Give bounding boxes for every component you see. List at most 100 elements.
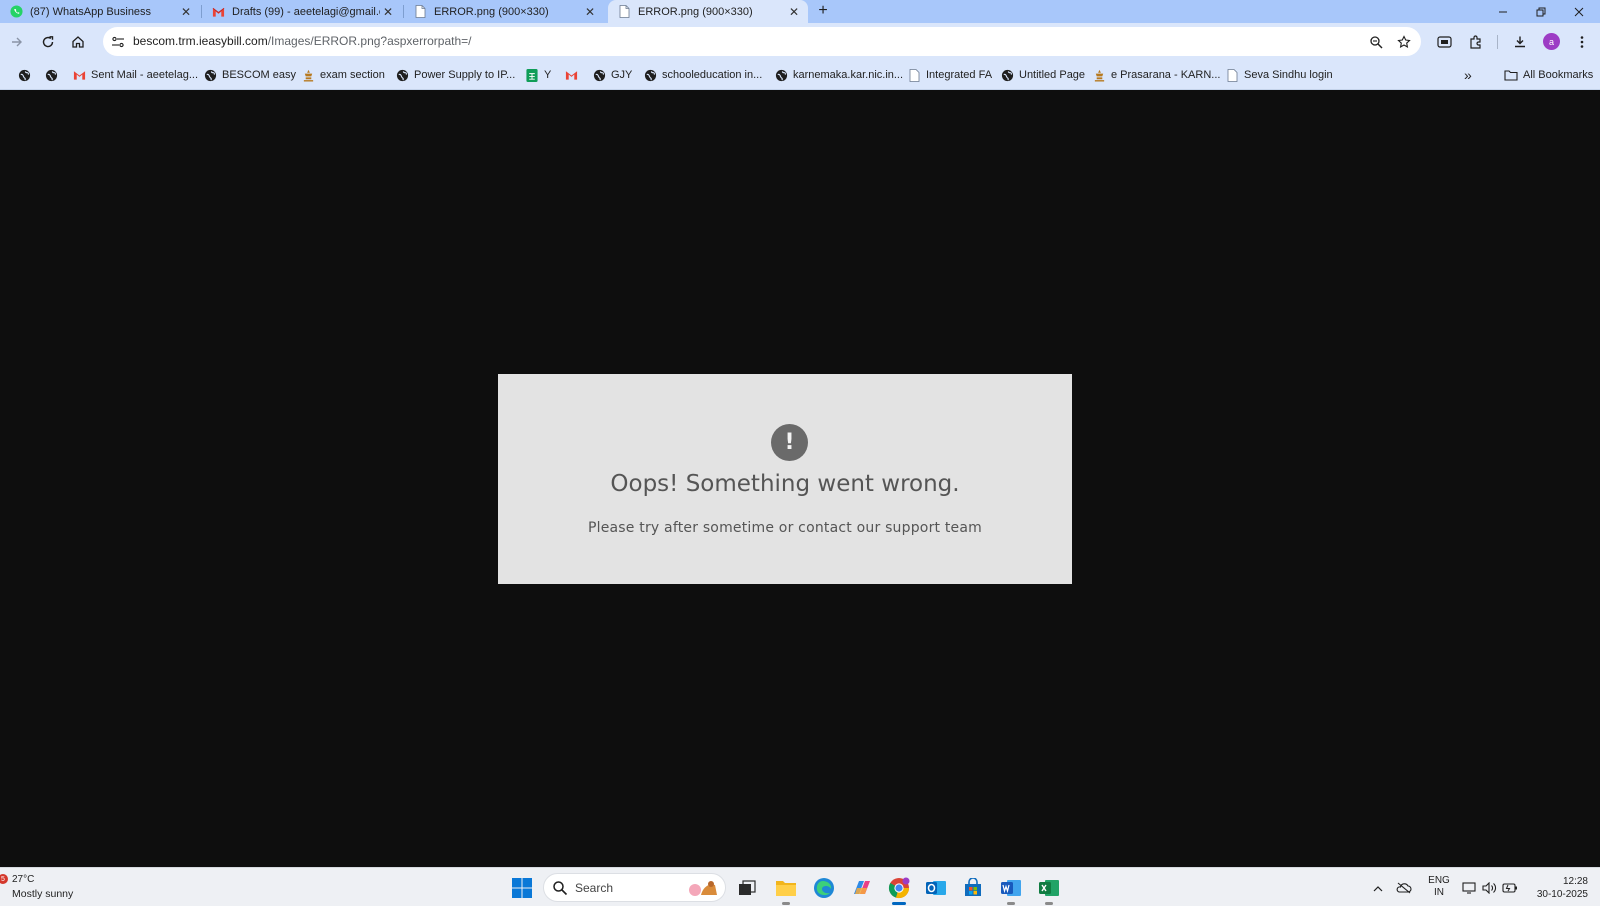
close-icon[interactable]: ✕ [178,4,194,20]
bookmark-untitled-page[interactable]: Untitled Page [1000,66,1085,84]
weather-condition: Mostly sunny [12,888,74,900]
region-code: IN [1434,887,1444,898]
chevron-up-icon[interactable] [1370,878,1386,898]
bookmark-label: Seva Sindhu login [1244,69,1333,81]
profile-avatar[interactable]: a [1543,33,1560,50]
taskbar-search-box[interactable]: Search [543,873,726,902]
clock-time: 12:28 [1562,876,1588,887]
new-tab-button[interactable]: + [812,1,834,21]
bookmark-label: BESCOM easy [222,69,296,81]
word-icon[interactable] [997,874,1025,905]
file-explorer-icon[interactable] [772,874,800,905]
bookmark-e-prasarana[interactable]: e Prasarana - KARN... [1092,66,1220,84]
url-path: /Images/ERROR.png?aspxerrorpath=/ [267,34,472,48]
address-url: bescom.trm.ieasybill.com/Images/ERROR.pn… [133,34,471,48]
bookmark-power-supply[interactable]: Power Supply to IP... [395,66,515,84]
all-bookmarks-button[interactable]: All Bookmarks [1504,66,1593,84]
close-icon[interactable]: ✕ [380,4,396,20]
input-language[interactable]: ENG IN [1424,875,1454,899]
bookmark-y[interactable]: Y [525,66,551,84]
excel-icon[interactable] [1035,874,1063,905]
tab-strip: (87) WhatsApp Business ✕ Drafts (99) - a… [0,0,1600,23]
bookmark-label: Untitled Page [1019,69,1086,81]
gmail-icon [211,5,225,19]
bookmark-seva-sindhu[interactable]: Seva Sindhu login [1225,66,1333,84]
search-highlight-icon [689,881,717,896]
bookmark-bescom-easy[interactable]: BESCOM easy [203,66,296,84]
toolbar-divider [1497,35,1498,49]
tab-error-png-active[interactable]: ERROR.png (900×330) ✕ [608,0,808,23]
image-file-icon [617,5,631,19]
network-icon[interactable] [1461,878,1477,898]
bookmark-sent-mail[interactable]: Sent Mail - aeetelag... [72,66,198,84]
reload-icon[interactable] [36,30,60,54]
close-icon[interactable]: ✕ [786,4,802,20]
error-image: ! Oops! Something went wrong. Please try… [498,374,1072,584]
bookmark-schooleducation[interactable]: schooleducation in... [643,66,762,84]
bookmark-integrated-fa[interactable]: Integrated FA [907,66,992,84]
tab-title: Drafts (99) - aeetelagi@gmail.c [232,5,380,18]
close-window-icon[interactable] [1560,0,1598,23]
bookmark-exam-section[interactable]: exam section [301,66,385,84]
tab-gmail-drafts[interactable]: Drafts (99) - aeetelagi@gmail.c ✕ [202,0,402,23]
search-placeholder: Search [575,881,614,895]
bookmark-karnemaka[interactable]: karnemaka.kar.nic.in... [774,66,903,84]
running-indicator [782,902,790,905]
emblem-icon [1092,68,1106,82]
copilot-icon[interactable] [848,874,876,902]
error-message: Please try after sometime or contact our… [587,520,982,536]
bookmark-label: e Prasarana - KARN... [1111,69,1221,81]
bookmark-gmail[interactable] [564,66,583,84]
whatsapp-icon [9,5,23,19]
edge-icon[interactable] [810,874,838,902]
bookmark-label: schooleducation in... [662,69,763,81]
bookmark-label: exam section [320,69,385,81]
globe-icon [17,68,31,82]
windows-start-icon[interactable] [508,874,536,902]
clock-date: 30-10-2025 [1536,889,1588,900]
globe-icon [1000,68,1014,82]
page-icon [907,68,921,82]
tab-search-icon[interactable] [1432,30,1456,54]
weather-widget[interactable]: 5 27°C Mostly sunny [0,874,90,904]
tab-error-png-1[interactable]: ERROR.png (900×330) ✕ [404,0,604,23]
site-info-icon[interactable] [109,33,127,51]
restore-icon[interactable] [1522,0,1560,23]
close-icon[interactable]: ✕ [582,4,598,20]
tab-whatsapp[interactable]: (87) WhatsApp Business ✕ [0,0,200,23]
address-bar[interactable]: bescom.trm.ieasybill.com/Images/ERROR.pn… [103,27,1421,56]
system-clock[interactable]: 12:28 30-10-2025 [1520,875,1588,901]
tab-title: ERROR.png (900×330) [434,5,549,18]
bookmark-label: Power Supply to IP... [414,69,516,81]
bookmark-item[interactable] [44,66,63,84]
active-indicator [892,902,906,905]
globe-icon [203,68,217,82]
chrome-icon[interactable] [885,874,913,905]
home-icon[interactable] [66,30,90,54]
globe-icon [774,68,788,82]
extensions-icon[interactable] [1464,30,1488,54]
zoom-icon[interactable] [1367,33,1385,51]
bookmark-item[interactable] [17,66,36,84]
tab-title: ERROR.png (900×330) [638,5,753,18]
notification-badge: 5 [0,874,8,884]
language-code: ENG [1428,875,1450,886]
bookmark-star-icon[interactable] [1395,33,1413,51]
task-view-icon[interactable] [733,874,761,902]
bookmark-label: Y [544,69,552,81]
bookmark-gjy[interactable]: GJY [592,66,632,84]
bookmark-label: All Bookmarks [1523,69,1594,81]
volume-icon[interactable] [1481,878,1497,898]
tab-title: (87) WhatsApp Business [30,5,152,18]
forward-arrow-icon[interactable] [5,30,29,54]
outlook-icon[interactable] [922,874,950,902]
browser-toolbar: bescom.trm.ieasybill.com/Images/ERROR.pn… [0,23,1600,60]
onedrive-offline-icon[interactable] [1395,878,1413,898]
battery-icon[interactable] [1502,878,1518,898]
minimize-icon[interactable] [1484,0,1522,23]
bookmarks-overflow-button[interactable]: » [1464,66,1472,84]
globe-icon [395,68,409,82]
download-icon[interactable] [1508,30,1532,54]
microsoft-store-icon[interactable] [959,874,987,902]
menu-kebab-icon[interactable] [1570,30,1594,54]
